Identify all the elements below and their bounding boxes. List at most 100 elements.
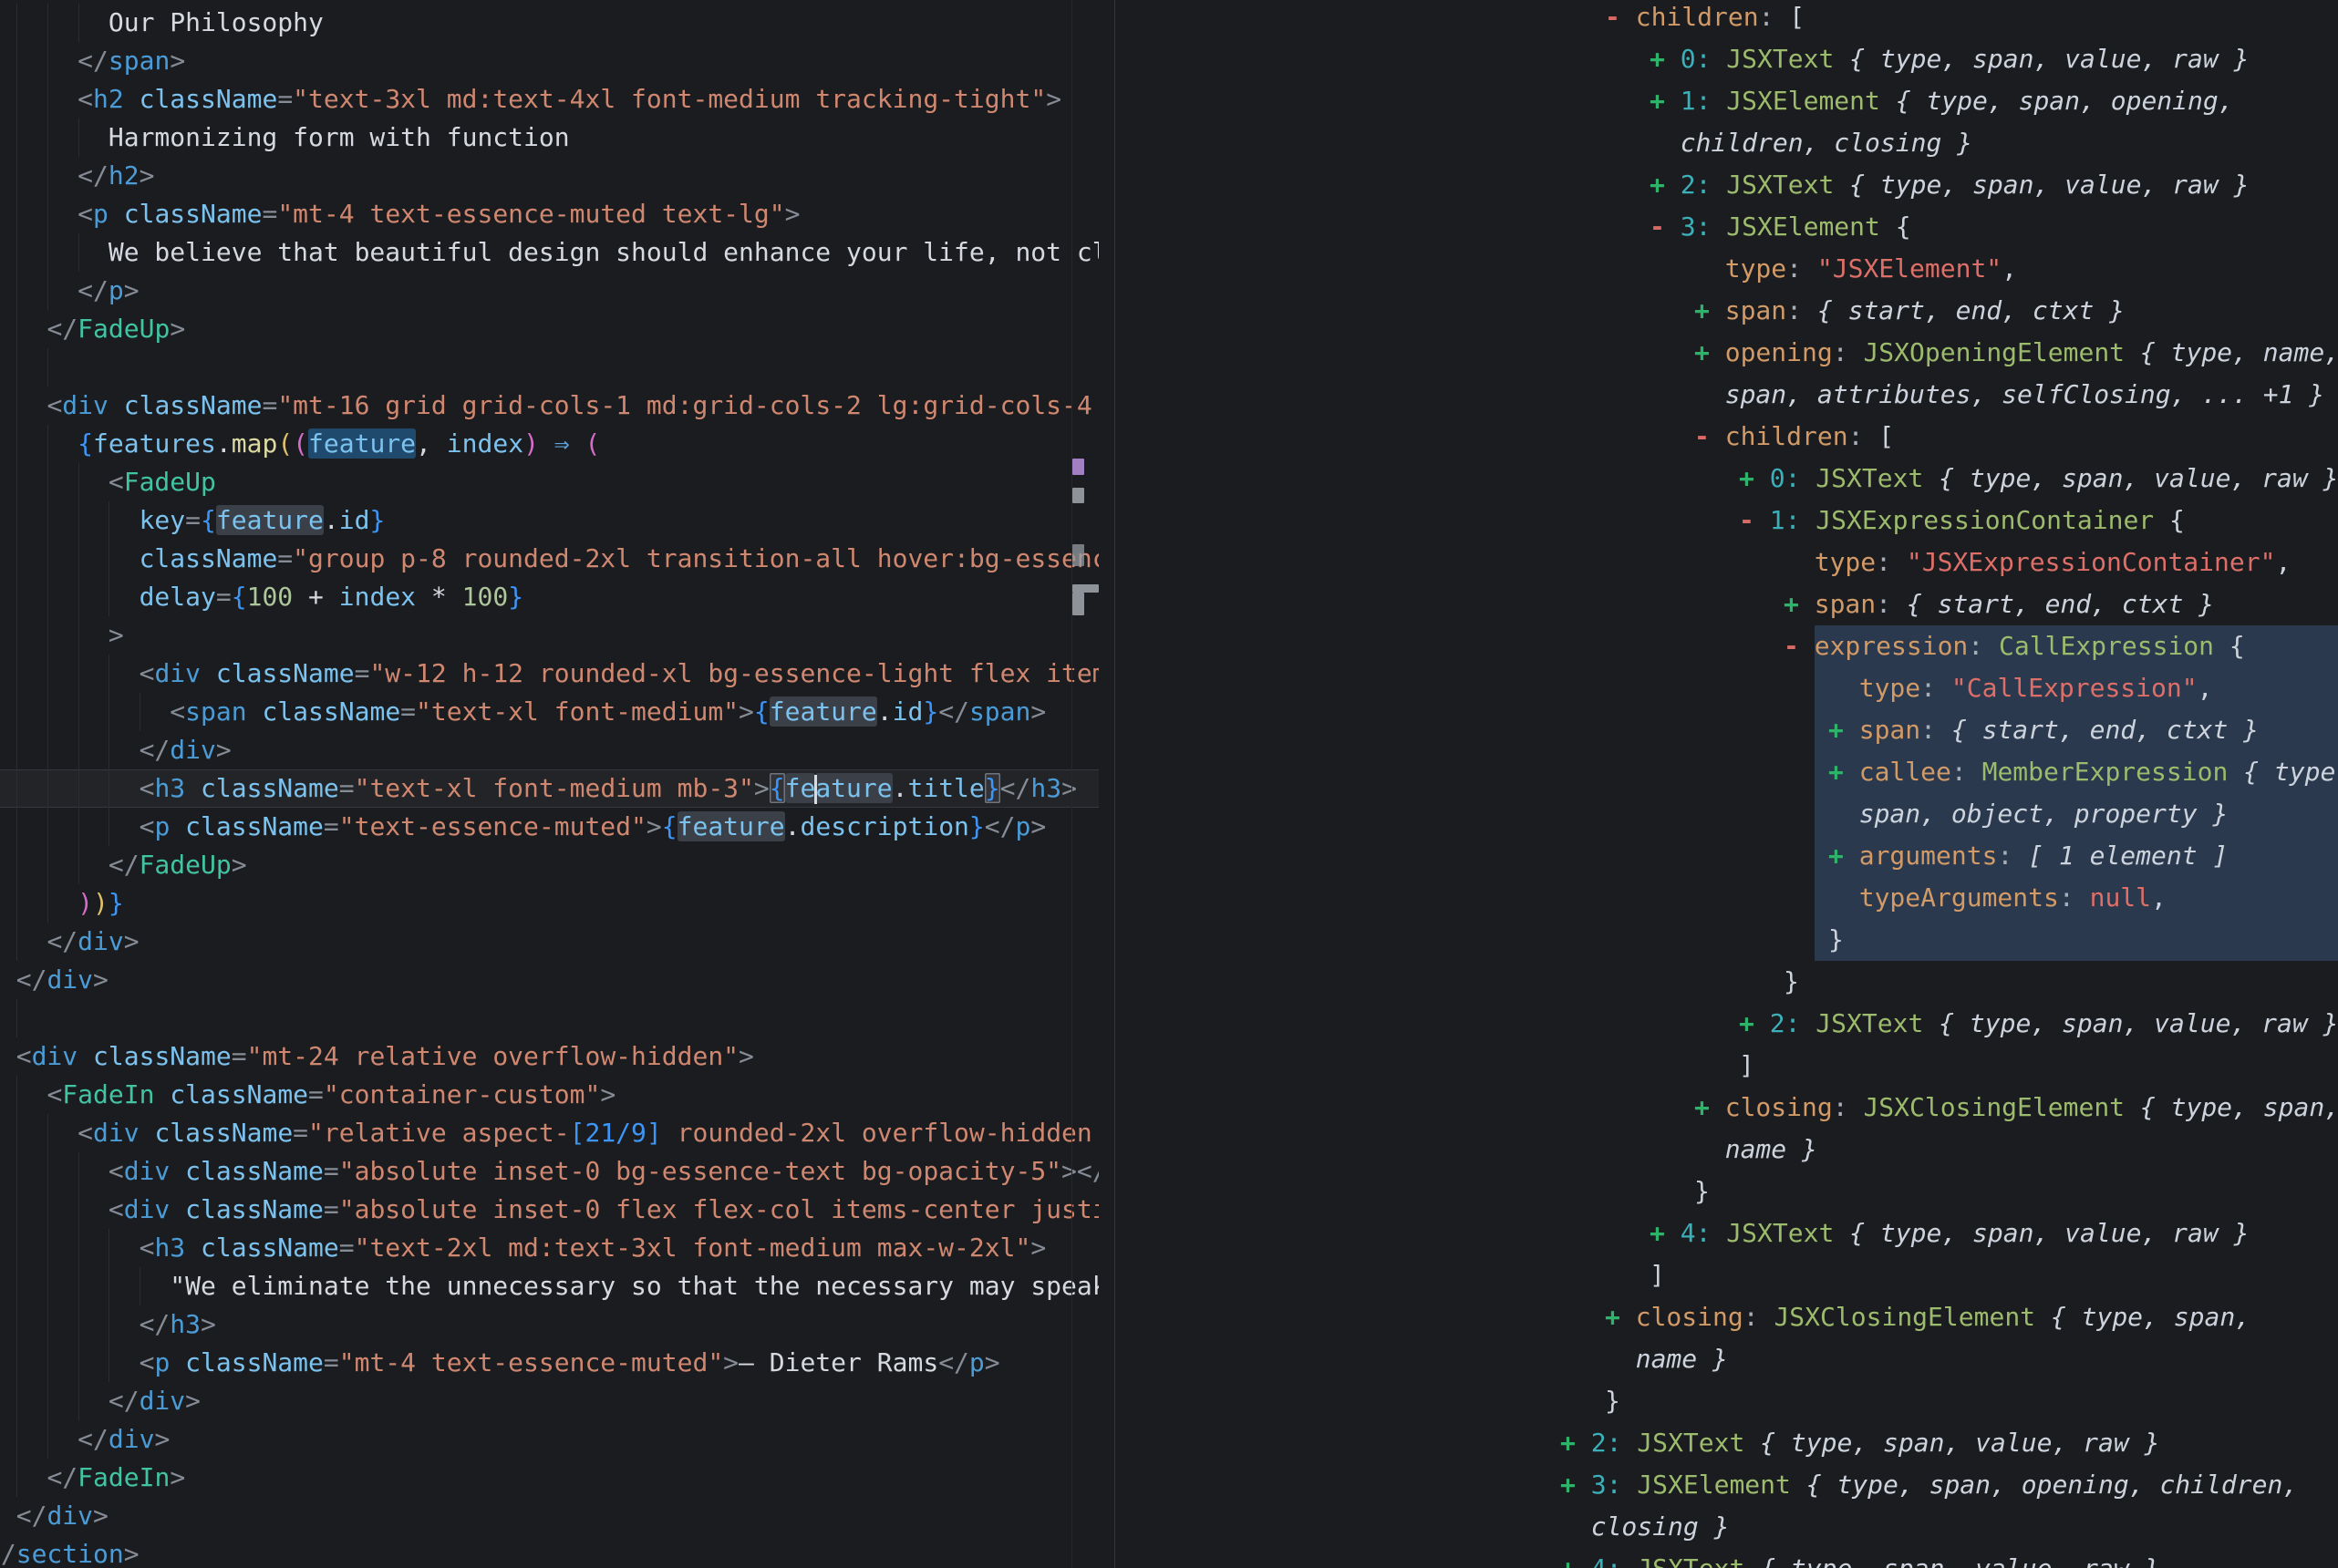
ast-node-row[interactable]: + 4: JSXText { type, span, value, raw } bbox=[1115, 1212, 2338, 1254]
ast-node-row[interactable]: type: "JSXExpressionContainer", bbox=[1115, 542, 2338, 583]
expand-toggle[interactable]: + bbox=[1560, 1470, 1591, 1500]
expand-toggle[interactable]: + bbox=[1650, 44, 1681, 74]
code-line[interactable]: </p> bbox=[0, 272, 1099, 310]
code-line[interactable]: <div className="absolute inset-0 flex fl… bbox=[0, 1191, 1099, 1229]
expand-toggle[interactable]: + bbox=[1784, 589, 1815, 619]
expand-toggle[interactable]: + bbox=[1650, 170, 1681, 200]
ast-node-row[interactable]: + opening: JSXOpeningElement { type, nam… bbox=[1115, 332, 2338, 374]
code-line[interactable]: </div> bbox=[0, 731, 1099, 769]
ast-node-row[interactable]: type: "CallExpression", bbox=[1115, 667, 2338, 709]
code-line[interactable] bbox=[0, 999, 1099, 1037]
code-line[interactable]: <span className="text-xl font-medium">{f… bbox=[0, 693, 1099, 731]
code-line[interactable]: <p className="text-essence-muted">{featu… bbox=[0, 808, 1099, 846]
code-line[interactable]: </span> bbox=[0, 42, 1099, 80]
code-line[interactable]: </div> bbox=[0, 1497, 1099, 1535]
code-line[interactable]: </h2> bbox=[0, 157, 1099, 195]
code-line[interactable]: <p className="mt-4 text-essence-muted te… bbox=[0, 195, 1099, 233]
code-line[interactable]: Harmonizing form with function bbox=[0, 119, 1099, 157]
collapse-toggle[interactable]: - bbox=[1784, 631, 1815, 661]
collapse-toggle[interactable]: - bbox=[1694, 421, 1725, 451]
code-line[interactable]: </FadeUp> bbox=[0, 310, 1099, 348]
ast-node-row[interactable]: } bbox=[1115, 1380, 2338, 1422]
collapse-toggle[interactable]: - bbox=[1739, 505, 1770, 535]
ast-node-row[interactable]: + closing: JSXClosingElement { type, spa… bbox=[1115, 1296, 2338, 1338]
ast-node-row[interactable]: + 4: JSXText { type, span, value, raw } bbox=[1115, 1548, 2338, 1568]
code-line[interactable]: {features.map((feature, index) ⇒ ( bbox=[0, 425, 1099, 463]
code-line[interactable] bbox=[0, 348, 1099, 387]
ast-node-row[interactable]: + closing: JSXClosingElement { type, spa… bbox=[1115, 1087, 2338, 1129]
code-line[interactable]: <FadeIn className="container-custom"> bbox=[0, 1076, 1099, 1114]
ast-node-row[interactable]: name } bbox=[1115, 1338, 2338, 1380]
ast-node-row[interactable]: - 3: JSXElement { bbox=[1115, 206, 2338, 248]
ast-node-row[interactable]: + span: { start, end, ctxt } bbox=[1115, 290, 2338, 332]
ast-node-row[interactable]: + 2: JSXText { type, span, value, raw } bbox=[1115, 1003, 2338, 1045]
expand-toggle[interactable]: + bbox=[1828, 841, 1859, 871]
code-line[interactable]: </FadeUp> bbox=[0, 846, 1099, 884]
expand-toggle[interactable]: + bbox=[1560, 1428, 1591, 1458]
collapse-toggle[interactable]: - bbox=[1650, 211, 1681, 242]
expand-toggle[interactable]: + bbox=[1694, 337, 1725, 367]
scrollbar-overview-ruler[interactable] bbox=[1071, 0, 1115, 1568]
code-line[interactable]: </div> bbox=[0, 1420, 1099, 1459]
ast-node-row[interactable]: + 2: JSXText { type, span, value, raw } bbox=[1115, 1422, 2338, 1464]
code-line[interactable]: <div className="absolute inset-0 bg-esse… bbox=[0, 1152, 1099, 1191]
expand-toggle[interactable]: + bbox=[1739, 463, 1770, 493]
code-line[interactable]: "We eliminate the unnecessary so that th… bbox=[0, 1267, 1099, 1305]
code-line[interactable]: ))} bbox=[0, 884, 1099, 923]
code-line[interactable]: <div className="mt-16 grid grid-cols-1 m… bbox=[0, 387, 1099, 425]
ast-node-row[interactable]: + span: { start, end, ctxt } bbox=[1115, 709, 2338, 751]
ast-node-row[interactable]: + 1: JSXElement { type, span, opening, bbox=[1115, 80, 2338, 122]
code-line[interactable]: > bbox=[0, 616, 1099, 655]
ast-node-row[interactable]: - expression: CallExpression { bbox=[1115, 625, 2338, 667]
code-line[interactable]: <h2 className="text-3xl md:text-4xl font… bbox=[0, 80, 1099, 119]
code-line[interactable]: <p className="mt-4 text-essence-muted">—… bbox=[0, 1344, 1099, 1382]
ast-node-row[interactable]: + span: { start, end, ctxt } bbox=[1115, 583, 2338, 625]
ast-node-row[interactable]: span, attributes, selfClosing, ... +1 } bbox=[1115, 374, 2338, 416]
expand-toggle[interactable]: + bbox=[1694, 295, 1725, 325]
code-line[interactable]: <FadeUp bbox=[0, 463, 1099, 501]
ast-node-row[interactable]: + 0: JSXText { type, span, value, raw } bbox=[1115, 458, 2338, 500]
code-line-current[interactable]: <h3 className="text-xl font-medium mb-3"… bbox=[0, 769, 1099, 808]
collapse-toggle[interactable]: - bbox=[1605, 2, 1636, 32]
ast-node-row[interactable]: span, object, property } bbox=[1115, 793, 2338, 835]
ast-node-row[interactable]: ] bbox=[1115, 1045, 2338, 1087]
ast-node-row[interactable]: - children: [ bbox=[1115, 0, 2338, 38]
expand-toggle[interactable]: + bbox=[1828, 715, 1859, 745]
code-line[interactable]: <div className="w-12 h-12 rounded-xl bg-… bbox=[0, 655, 1099, 693]
ast-node-row[interactable]: name } bbox=[1115, 1129, 2338, 1171]
code-line[interactable]: </h3> bbox=[0, 1305, 1099, 1344]
expand-toggle[interactable]: + bbox=[1739, 1008, 1770, 1038]
expand-toggle[interactable]: + bbox=[1650, 1218, 1681, 1248]
code-line[interactable]: <div className="mt-24 relative overflow-… bbox=[0, 1037, 1099, 1076]
ast-node-row[interactable]: } bbox=[1115, 919, 2338, 961]
code-line[interactable]: className="group p-8 rounded-2xl transit… bbox=[0, 540, 1099, 578]
code-line[interactable]: </FadeIn> bbox=[0, 1459, 1099, 1497]
ast-node-row[interactable]: - 1: JSXExpressionContainer { bbox=[1115, 500, 2338, 542]
code-line[interactable]: We believe that beautiful design should … bbox=[0, 233, 1099, 272]
ast-node-row[interactable]: type: "JSXElement", bbox=[1115, 248, 2338, 290]
ast-node-row[interactable]: children, closing } bbox=[1115, 122, 2338, 164]
code-line[interactable]: </div> bbox=[0, 961, 1099, 999]
code-line[interactable]: key={feature.id} bbox=[0, 501, 1099, 540]
ast-node-row[interactable]: } bbox=[1115, 961, 2338, 1003]
expand-toggle[interactable]: + bbox=[1605, 1302, 1636, 1332]
ast-node-row[interactable]: + 0: JSXText { type, span, value, raw } bbox=[1115, 38, 2338, 80]
code-line[interactable]: </section> bbox=[0, 1535, 1099, 1568]
expand-toggle[interactable]: + bbox=[1560, 1553, 1591, 1568]
expand-toggle[interactable]: + bbox=[1650, 86, 1681, 116]
ast-node-row[interactable]: closing } bbox=[1115, 1506, 2338, 1548]
ast-node-row[interactable]: + 3: JSXElement { type, span, opening, c… bbox=[1115, 1464, 2338, 1506]
code-line[interactable]: </div> bbox=[0, 923, 1099, 961]
ast-node-row[interactable]: ] bbox=[1115, 1254, 2338, 1296]
ast-node-row[interactable]: - children: [ bbox=[1115, 416, 2338, 458]
code-line[interactable]: Our Philosophy bbox=[0, 4, 1099, 42]
code-line[interactable]: <h3 className="text-2xl md:text-3xl font… bbox=[0, 1229, 1099, 1267]
ast-node-row[interactable]: + 2: JSXText { type, span, value, raw } bbox=[1115, 164, 2338, 206]
ast-node-row[interactable]: typeArguments: null, bbox=[1115, 877, 2338, 919]
ast-node-row[interactable]: } bbox=[1115, 1171, 2338, 1212]
code-line[interactable]: </div> bbox=[0, 1382, 1099, 1420]
ast-node-row[interactable]: + callee: MemberExpression { type, bbox=[1115, 751, 2338, 793]
expand-toggle[interactable]: + bbox=[1694, 1092, 1725, 1122]
expand-toggle[interactable]: + bbox=[1828, 757, 1859, 787]
ast-node-row[interactable]: + arguments: [ 1 element ] bbox=[1115, 835, 2338, 877]
